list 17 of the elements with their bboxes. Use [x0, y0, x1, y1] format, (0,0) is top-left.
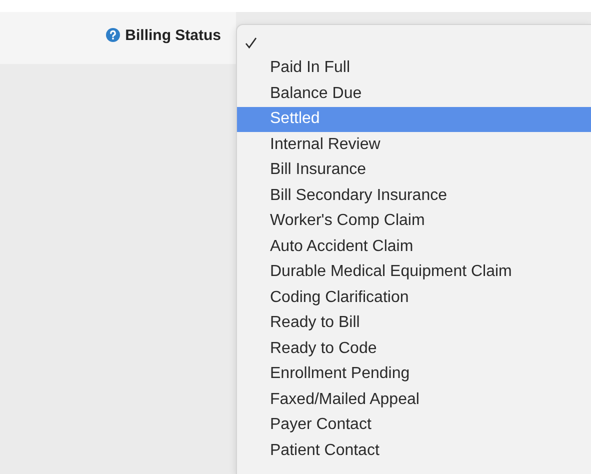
menu-option[interactable]: Paid In Full — [237, 56, 591, 81]
menu-option[interactable]: Internal Review — [237, 132, 591, 158]
menu-option[interactable]: Worker's Comp Claim — [237, 208, 591, 234]
menu-option[interactable]: Enrollment Pending — [237, 362, 591, 387]
help-icon[interactable] — [106, 28, 120, 42]
menu-option[interactable]: Faxed/Mailed Appeal — [237, 387, 591, 412]
menu-option[interactable]: Ready to Code — [237, 336, 591, 362]
menu-option[interactable]: Patient Contact — [237, 438, 591, 464]
menu-option[interactable]: Auto Accident Claim — [237, 234, 591, 260]
menu-option[interactable]: Balance Due — [237, 81, 591, 106]
menu-option[interactable]: Bill Secondary Insurance — [237, 183, 591, 208]
menu-option[interactable]: Durable Medical Equipment Claim — [237, 260, 591, 285]
menu-option[interactable]: Ready to Bill — [237, 310, 591, 336]
field-label: Billing Status — [125, 26, 221, 44]
menu-option[interactable]: Payer Contact — [237, 412, 591, 438]
menu-option[interactable]: Coding Clarification — [237, 285, 591, 310]
menu-option[interactable]: Bill Insurance — [237, 158, 591, 183]
